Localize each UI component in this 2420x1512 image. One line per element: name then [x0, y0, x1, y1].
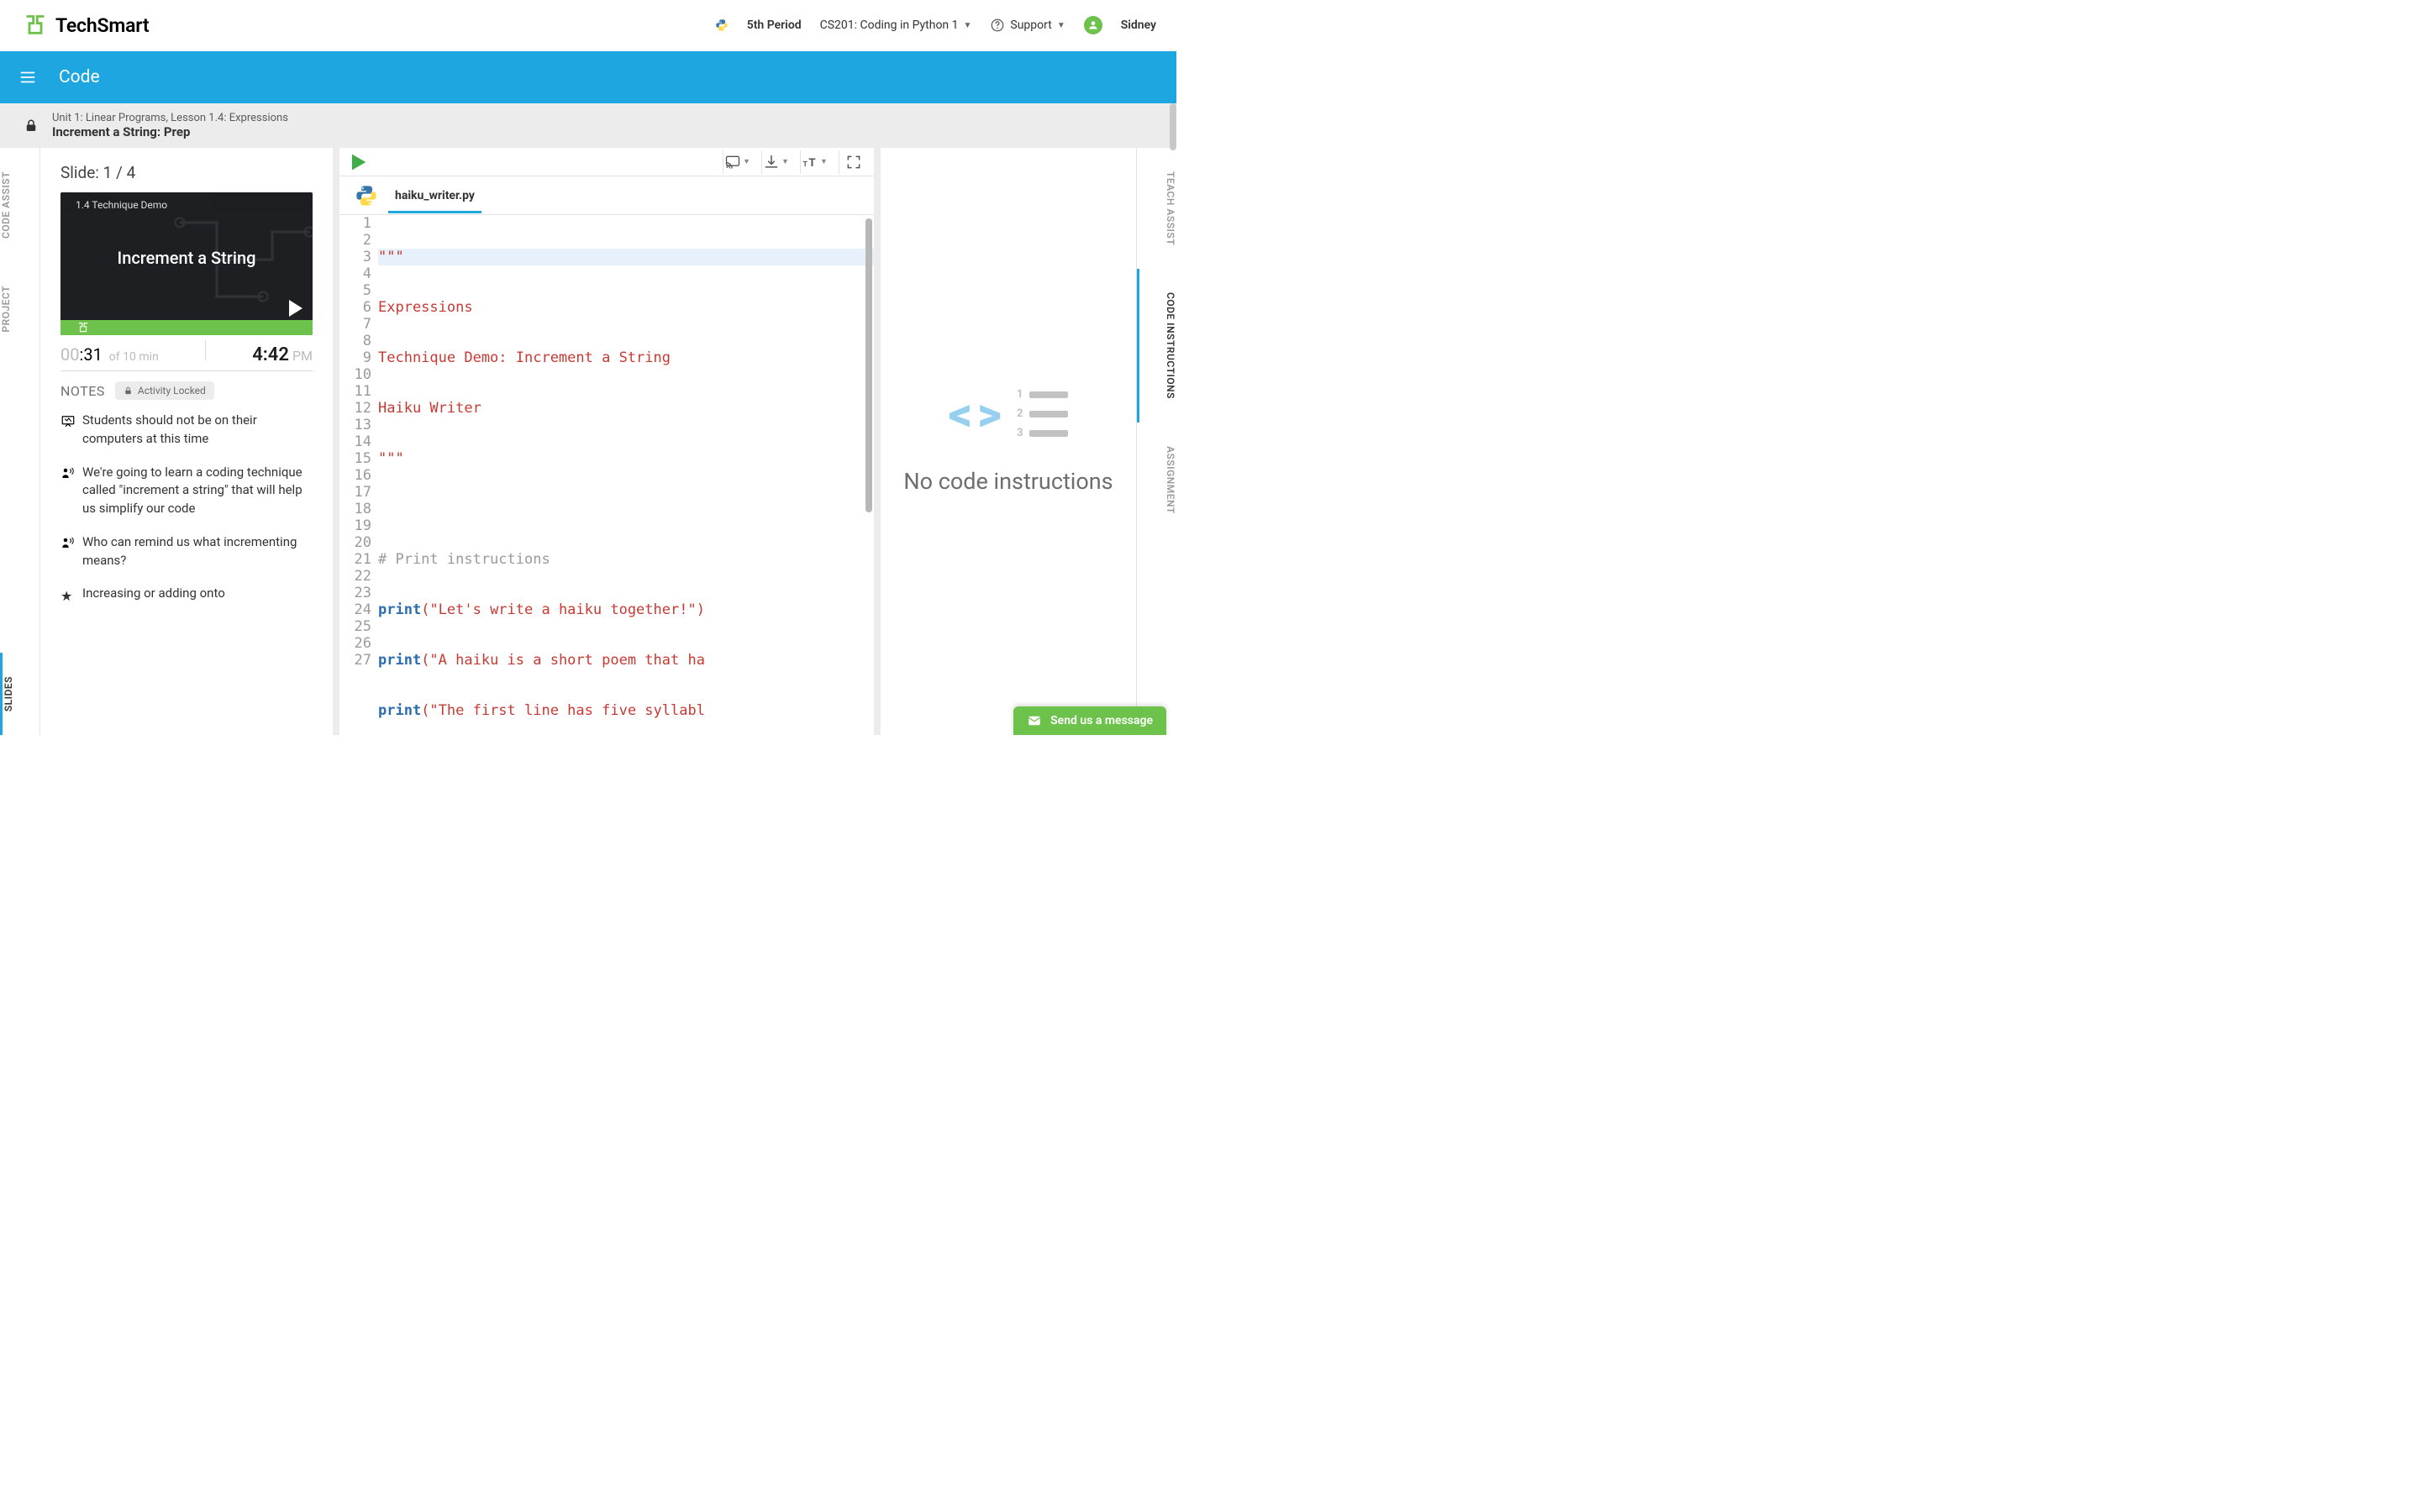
header-right: 5th Period CS201: Coding in Python 1 ▼ S…: [715, 16, 1156, 34]
breadcrumb-text: Unit 1: Linear Programs, Lesson 1.4: Exp…: [52, 112, 288, 139]
activity-locked-badge: Activity Locked: [115, 381, 214, 400]
breadcrumb-title: Increment a String: Prep: [52, 124, 288, 139]
file-tab-row: haiku_writer.py: [339, 176, 874, 215]
chevron-down-icon: ▼: [1057, 21, 1065, 30]
star-icon: ★: [60, 586, 76, 601]
period-label: 5th Period: [747, 18, 802, 32]
support-dropdown[interactable]: Support ▼: [990, 18, 1065, 33]
slide-counter: Slide: 1 / 4: [60, 163, 313, 182]
left-tabs: CODE ASSIST PROJECT SLIDES: [0, 148, 40, 735]
slide-progress-bar[interactable]: [60, 320, 313, 335]
tab-code-instructions[interactable]: CODE INSTRUCTIONS: [1137, 269, 1176, 423]
run-button[interactable]: [346, 150, 370, 174]
page-scrollbar[interactable]: [1170, 103, 1176, 150]
user-icon: [1087, 19, 1099, 31]
download-icon: [763, 154, 780, 171]
cast-button[interactable]: ▼: [723, 150, 751, 174]
main: CODE ASSIST PROJECT SLIDES Slide: 1 / 4 …: [0, 148, 1176, 735]
right-tabs: TEACH ASSIST CODE INSTRUCTIONS ASSIGNMEN…: [1136, 148, 1176, 735]
chat-label: Send us a message: [1050, 714, 1153, 727]
course-name: CS201: Coding in Python 1: [820, 18, 959, 32]
lock-icon: [24, 118, 39, 134]
divider: [205, 340, 206, 360]
scrollbar[interactable]: [865, 218, 872, 512]
code-instructions-panel: <> 1 2 3 No code instructions: [881, 148, 1176, 735]
svg-text:T: T: [803, 160, 808, 169]
lock-icon: [124, 386, 133, 396]
fullscreen-icon: [845, 154, 862, 171]
brand[interactable]: TechSmart: [24, 13, 149, 37]
note-item: We're going to learn a coding technique …: [60, 464, 309, 518]
notes-label: NOTES: [60, 383, 105, 399]
cast-icon: [724, 154, 741, 171]
right-panel: <> 1 2 3 No code instructions TEACH ASSI…: [881, 148, 1176, 735]
play-icon: [289, 300, 302, 317]
list-icon: 1 2 3: [1017, 388, 1068, 439]
speaker-icon: [60, 535, 76, 550]
slide-thumb-header: 1.4 Technique Demo: [60, 192, 313, 211]
tab-slides[interactable]: SLIDES: [0, 653, 39, 735]
avatar[interactable]: [1084, 16, 1102, 34]
presentation-icon: [60, 413, 76, 428]
slides-panel: Slide: 1 / 4 1.4 Technique Demo Incremen…: [40, 148, 333, 735]
tab-teach-assist[interactable]: TEACH ASSIST: [1137, 148, 1176, 269]
code-editor[interactable]: 1234567891011121314151617181920212223242…: [339, 215, 874, 735]
slide-thumbnail[interactable]: 1.4 Technique Demo Increment a String: [60, 192, 313, 335]
tab-code-assist[interactable]: CODE ASSIST: [0, 148, 39, 262]
editor-toolbar: ▼ ▼ TT▼: [339, 148, 874, 176]
app-bar: Code: [0, 51, 1176, 103]
brand-name: TechSmart: [55, 14, 149, 37]
slide-thumb-title: Increment a String: [60, 248, 313, 268]
python-icon: [715, 18, 729, 32]
menu-button[interactable]: [17, 66, 39, 88]
speaker-icon: [60, 465, 76, 480]
notes-body: Students should not be on their computer…: [60, 412, 313, 725]
python-icon: [355, 184, 378, 207]
empty-state-icon: <> 1 2 3: [949, 388, 1069, 439]
time-row: 00:31 of 10 min 4:42PM: [60, 340, 313, 371]
download-button[interactable]: ▼: [761, 150, 790, 174]
line-gutter: 1234567891011121314151617181920212223242…: [339, 215, 378, 735]
notes-header: NOTES Activity Locked: [60, 381, 313, 400]
code-body[interactable]: """ Expressions Technique Demo: Incremen…: [378, 215, 874, 735]
help-icon: [990, 18, 1005, 33]
chat-widget[interactable]: Send us a message: [1013, 706, 1166, 735]
chevron-down-icon: ▼: [964, 21, 972, 30]
top-header: TechSmart 5th Period CS201: Coding in Py…: [0, 0, 1176, 51]
note-item: Students should not be on their computer…: [60, 412, 309, 449]
tab-assignment[interactable]: ASSIGNMENT: [1137, 423, 1176, 538]
breadcrumb-path: Unit 1: Linear Programs, Lesson 1.4: Exp…: [52, 112, 288, 124]
course-dropdown[interactable]: CS201: Coding in Python 1 ▼: [820, 18, 972, 32]
app-bar-title: Code: [59, 67, 100, 87]
editor-column: ▼ ▼ TT▼ haiku_writer.py 1234567891011121…: [339, 148, 874, 735]
file-tab[interactable]: haiku_writer.py: [388, 177, 481, 213]
angle-brackets-icon: <>: [949, 391, 1002, 438]
mail-icon: [1027, 713, 1042, 728]
note-item: ★ Increasing or adding onto: [60, 585, 309, 603]
support-label: Support: [1010, 18, 1051, 32]
user-name: Sidney: [1121, 18, 1156, 32]
elapsed-time: 00:31 of 10 min: [60, 344, 159, 365]
note-item: Who can remind us what incrementing mean…: [60, 533, 309, 570]
text-size-icon: TT: [802, 154, 818, 171]
fullscreen-button[interactable]: [839, 150, 867, 174]
hamburger-icon: [18, 68, 37, 87]
breadcrumb-bar: Unit 1: Linear Programs, Lesson 1.4: Exp…: [0, 103, 1176, 148]
empty-state-text: No code instructions: [903, 468, 1113, 495]
techsmart-logo-icon: [24, 13, 47, 37]
svg-text:T: T: [808, 157, 815, 170]
wall-clock: 4:42PM: [252, 344, 313, 365]
tab-project[interactable]: PROJECT: [0, 262, 39, 356]
text-size-button[interactable]: TT▼: [800, 150, 829, 174]
play-icon: [346, 150, 370, 174]
techsmart-mini-logo-icon: [77, 322, 89, 333]
